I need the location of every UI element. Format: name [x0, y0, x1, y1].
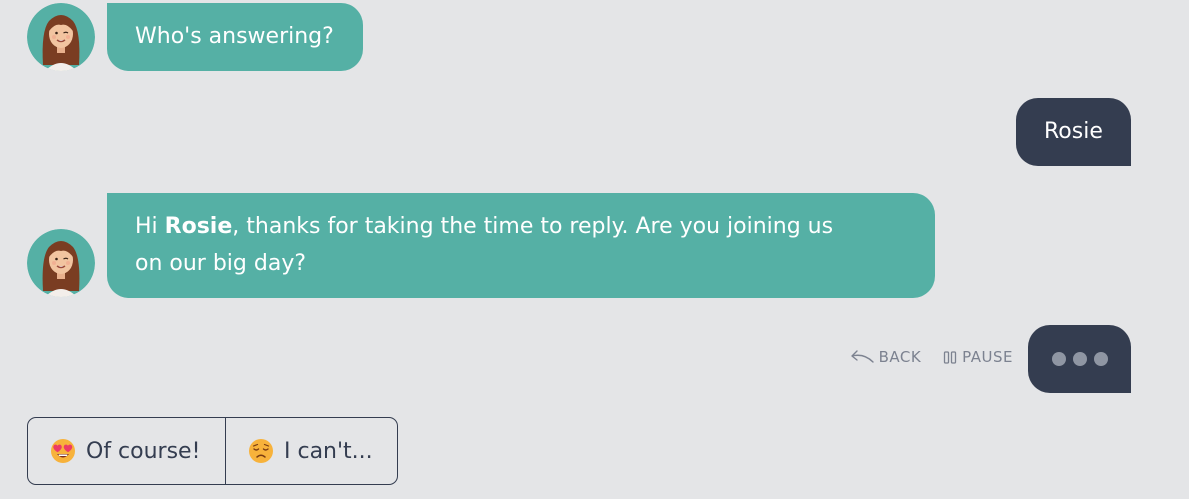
user-name-highlight: Rosie: [164, 214, 233, 239]
typing-dot: [1093, 352, 1108, 366]
option-i-cant-button[interactable]: I can't...: [225, 418, 397, 484]
typing-indicator: [1028, 325, 1131, 393]
heart-eyes-emoji-icon: [51, 439, 75, 463]
bot-message-line: on our big day?: [135, 251, 307, 276]
option-label: I can't...: [284, 438, 373, 464]
option-label: Of course!: [86, 438, 201, 464]
back-button[interactable]: BACK: [850, 345, 922, 369]
user-message-text: Rosie: [1044, 119, 1103, 144]
chat-page: Who's answering? Rosie Hi Rosie, thanks …: [0, 0, 1189, 499]
message-text: , thanks for taking the time to reply. A…: [232, 214, 834, 239]
bot-avatar: [27, 229, 95, 297]
typing-dot: [1051, 352, 1066, 366]
back-label: BACK: [878, 348, 922, 366]
pause-button[interactable]: PAUSE: [943, 345, 1013, 369]
avatar-woman-icon: [27, 229, 95, 297]
avatar-woman-icon: [27, 3, 95, 71]
bot-message-line: Hi Rosie, thanks for taking the time to …: [135, 208, 935, 245]
disappointed-emoji-icon: [249, 439, 273, 463]
bot-avatar: [27, 3, 95, 71]
back-arrow-icon: [850, 350, 874, 363]
option-of-course-button[interactable]: Of course!: [28, 418, 225, 484]
message-text: Hi: [135, 214, 165, 239]
user-message: Rosie: [1016, 98, 1131, 166]
reply-options: Of course! I can't...: [27, 417, 398, 485]
bot-message-text: Who's answering?: [135, 24, 334, 49]
pause-label: PAUSE: [962, 348, 1013, 366]
pause-icon: [944, 351, 957, 364]
typing-dot: [1072, 352, 1087, 366]
bot-message: Who's answering?: [107, 3, 363, 71]
bot-message: Hi Rosie, thanks for taking the time to …: [107, 193, 935, 298]
chat-controls: BACK PAUSE: [850, 345, 1013, 369]
